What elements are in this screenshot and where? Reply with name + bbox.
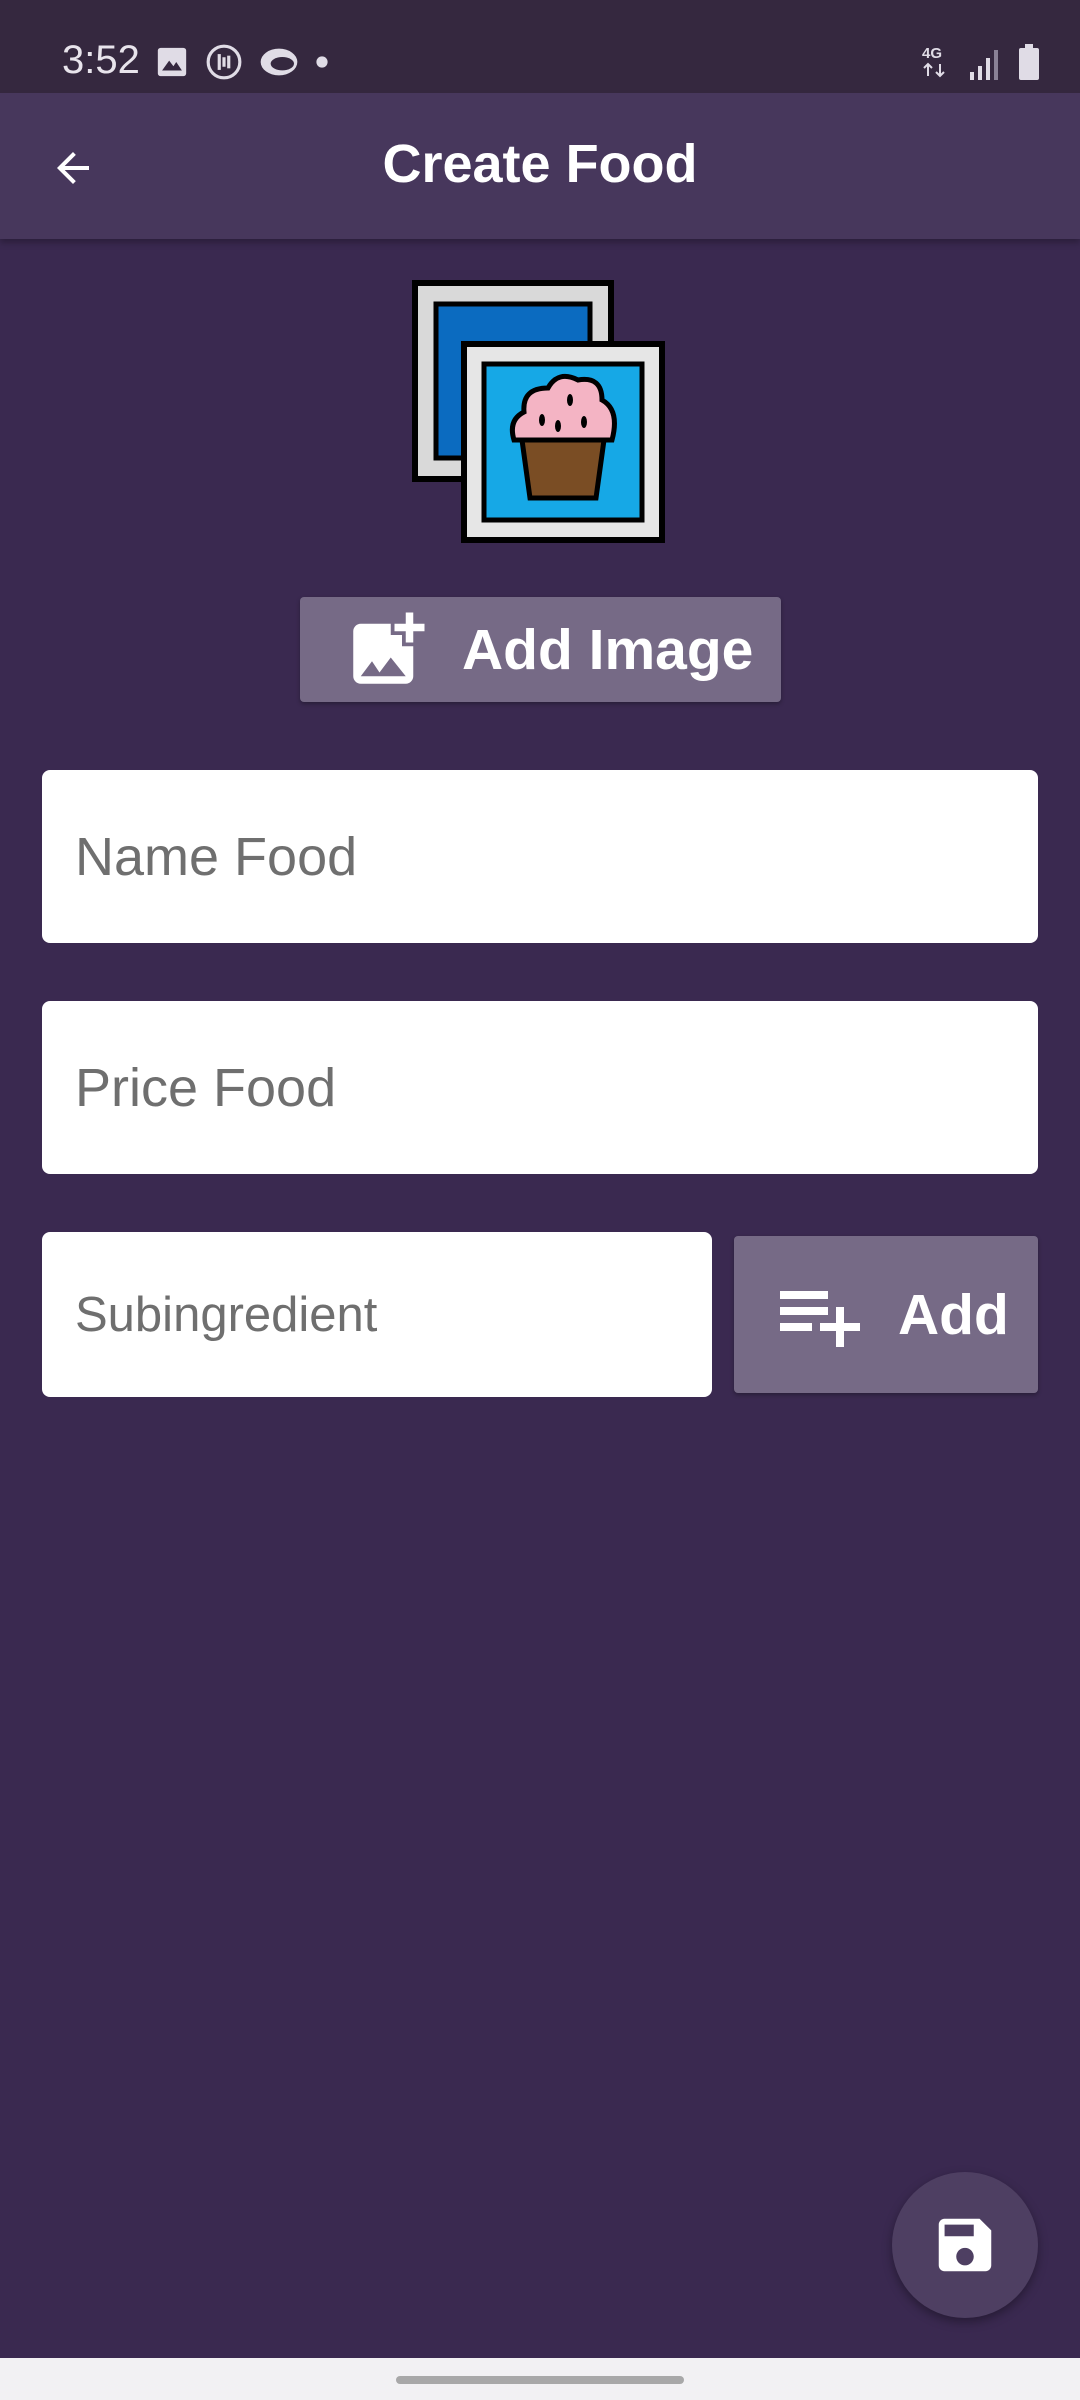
name-food-placeholder: Name Food	[75, 826, 358, 887]
add-photo-icon	[353, 612, 425, 684]
status-icons-left	[155, 43, 329, 81]
signal-icon	[970, 50, 998, 80]
add-image-button[interactable]: Add Image	[300, 597, 781, 702]
save-fab-button[interactable]	[892, 2172, 1038, 2318]
status-icons-right: 4G	[920, 42, 1040, 80]
home-gesture-handle[interactable]	[396, 2376, 684, 2384]
cloud-app-icon	[260, 48, 298, 76]
dot-icon	[316, 56, 328, 68]
name-food-field[interactable]: Name Food	[42, 770, 1038, 943]
add-image-label: Add Image	[462, 617, 754, 682]
system-nav-bar	[0, 2358, 1080, 2400]
4g-icon: 4G	[922, 45, 945, 78]
playlist-add-icon	[780, 1290, 860, 1347]
food-image-placeholder	[412, 280, 668, 544]
image-icon	[157, 47, 187, 77]
page-title: Create Food	[382, 134, 698, 194]
app-bar: Create Food	[0, 93, 1080, 239]
status-bar: 3:52 4G	[0, 0, 1080, 93]
add-subingredient-button[interactable]: Add	[734, 1236, 1038, 1393]
battery-icon	[1019, 44, 1039, 80]
price-food-placeholder: Price Food	[75, 1057, 337, 1118]
audio-app-icon	[206, 44, 242, 80]
subingredient-field[interactable]: Subingredient	[42, 1232, 712, 1397]
status-time: 3:52	[62, 38, 140, 82]
svg-text:4G: 4G	[922, 45, 942, 62]
save-icon	[938, 2218, 992, 2272]
food-image-icon	[412, 280, 665, 543]
subingredient-placeholder: Subingredient	[75, 1287, 378, 1342]
price-food-field[interactable]: Price Food	[42, 1001, 1038, 1174]
add-label: Add	[898, 1282, 1009, 1347]
